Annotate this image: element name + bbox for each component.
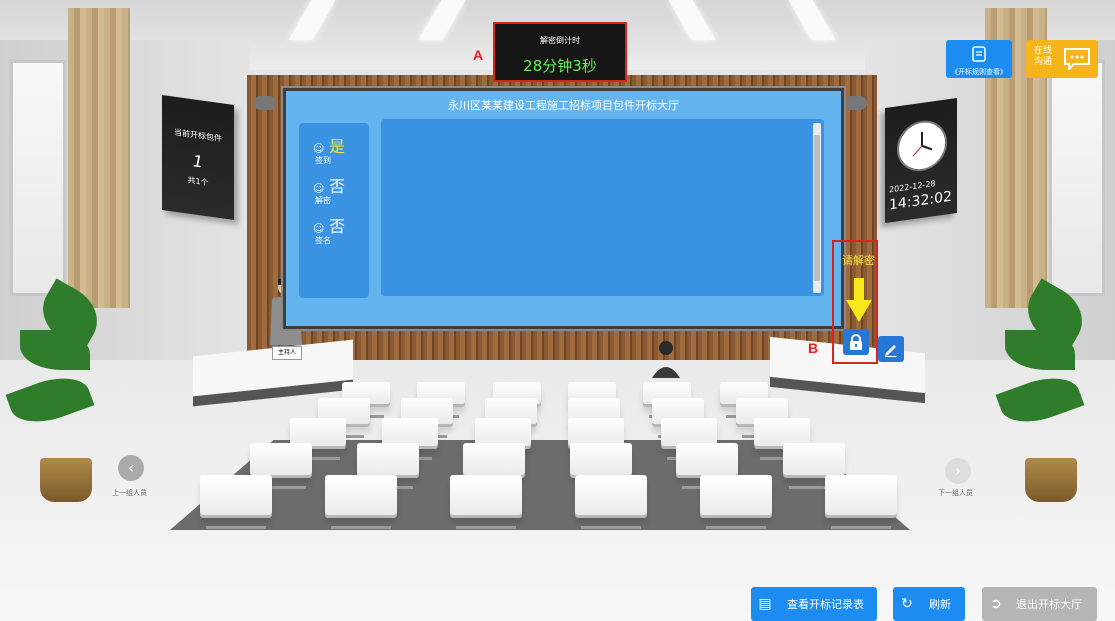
seat (357, 443, 419, 489)
sign-edit-button[interactable] (878, 336, 904, 362)
seat (661, 418, 717, 460)
seat (754, 418, 810, 460)
online-chat-label: 在线沟通 (1034, 46, 1053, 67)
refresh-label: 刷新 (929, 598, 951, 611)
signin-label: 签到 (315, 156, 331, 165)
decrypt-label: 解密 (315, 196, 331, 205)
status-signature: ☺ 否 (313, 213, 345, 237)
chevron-right-icon: › (954, 461, 962, 480)
window (10, 60, 66, 296)
scrollbar-thumb[interactable] (814, 135, 820, 281)
countdown-value: 28分钟3秒 (523, 57, 597, 75)
attendee-avatar (652, 341, 680, 378)
countdown-label: 解密倒计时 (540, 36, 580, 45)
seat (570, 443, 632, 489)
signin-value: 是 (329, 137, 346, 156)
arrow-down-icon (846, 278, 872, 322)
plant-pot (1025, 458, 1077, 502)
message-log-panel[interactable] (381, 119, 824, 296)
view-records-label: 查看开标记录表 (787, 598, 864, 611)
annotation-mark-a: A (473, 47, 484, 63)
hall-title: 永川区某某建设工程施工招标项目包件开标大厅 (448, 99, 679, 112)
clock-board: 2022-12-28 14:32:02 (885, 97, 957, 224)
user-icon: ☺ (313, 182, 325, 195)
view-rules-button[interactable]: 《开标规则查看》 (946, 40, 1012, 78)
plant-pot (40, 458, 92, 502)
package-board: 当前开标包件 1 共1个 (162, 94, 234, 221)
user-icon: ☺ (313, 222, 325, 235)
log-scrollbar[interactable] (813, 123, 821, 293)
seat (825, 475, 897, 529)
curtain (68, 8, 130, 308)
clock-icon (897, 117, 947, 175)
seat (250, 443, 312, 489)
seat (325, 475, 397, 529)
chat-bubble-icon (1064, 48, 1090, 70)
refresh-icon: ↻ (901, 596, 913, 612)
seat (575, 475, 647, 529)
lock-icon (850, 334, 862, 350)
seat (568, 418, 624, 460)
seat (700, 475, 772, 529)
exit-hall-label: 退出开标大厅 (1016, 598, 1082, 611)
user-icon: ☺ (313, 142, 325, 155)
refresh-button[interactable]: ↻ 刷新 (893, 587, 965, 621)
status-signin: ☺ 是 (313, 133, 345, 157)
annotation-mark-b: B (808, 340, 819, 356)
decrypt-value: 否 (329, 177, 346, 196)
next-group-button[interactable]: › (945, 458, 971, 484)
seat (382, 418, 438, 460)
seat (676, 443, 738, 489)
decrypt-countdown: 解密倒计时 28分钟3秒 (493, 22, 627, 82)
seat (450, 475, 522, 529)
records-icon: ▤ (758, 596, 772, 612)
signature-value: 否 (329, 217, 346, 236)
window (1049, 60, 1105, 296)
document-icon (972, 46, 986, 62)
status-decrypt: ☺ 否 (313, 173, 345, 197)
seat (290, 418, 346, 460)
chevron-left-icon: ‹ (127, 458, 135, 477)
speaker-icon (254, 96, 276, 110)
speaker-icon (845, 96, 867, 110)
decrypt-lock-button[interactable] (843, 329, 869, 355)
pen-icon (885, 345, 897, 357)
exit-hall-button[interactable]: ➲ 退出开标大厅 (982, 587, 1097, 621)
view-rules-label: 《开标规则查看》 (951, 68, 1007, 76)
package-title: 当前开标包件 (174, 127, 222, 144)
exit-icon: ➲ (990, 596, 1002, 612)
decrypt-prompt: 请解密 (842, 254, 875, 267)
seat (200, 475, 272, 529)
prev-group-label: 上一组人员 (112, 489, 147, 497)
bidder-status-panel: ☺ 是 签到 ☺ 否 解密 ☺ 否 签名 (299, 123, 369, 298)
main-display-screen: 永川区某某建设工程施工招标项目包件开标大厅 ☺ 是 签到 ☺ 否 解密 ☺ 否 签名 (283, 88, 844, 329)
seat (783, 443, 845, 489)
prev-group-button[interactable]: ‹ (118, 455, 144, 481)
next-group-label: 下一组人员 (938, 489, 973, 497)
seat (463, 443, 525, 489)
seat (475, 418, 531, 460)
view-records-button[interactable]: ▤ 查看开标记录表 (751, 587, 877, 621)
online-chat-button[interactable]: 在线沟通 (1026, 40, 1098, 78)
signature-label: 签名 (315, 236, 331, 245)
